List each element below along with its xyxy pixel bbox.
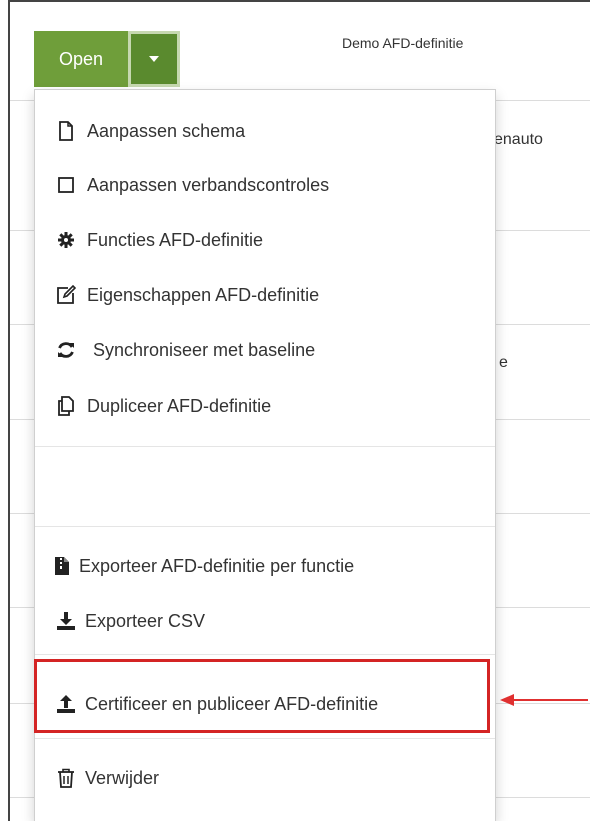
menu-divider bbox=[35, 738, 495, 739]
menu-item-aanpassen-verbandscontroles[interactable]: Aanpassen verbandscontroles bbox=[35, 165, 495, 205]
edit-icon bbox=[55, 284, 77, 306]
download-icon bbox=[55, 610, 77, 632]
gear-icon bbox=[55, 229, 77, 251]
menu-item-verwijder[interactable]: Verwijder bbox=[35, 758, 495, 798]
menu-item-label: Eigenschappen AFD-definitie bbox=[87, 284, 320, 305]
file-archive-icon bbox=[51, 555, 73, 577]
menu-item-label: Functies AFD-definitie bbox=[87, 229, 264, 250]
menu-item-label: Synchroniseer met baseline bbox=[93, 339, 316, 360]
copy-icon bbox=[55, 395, 77, 417]
table-cell-text: e bbox=[499, 354, 508, 371]
highlight-box bbox=[34, 659, 490, 733]
menu-divider bbox=[35, 526, 495, 527]
open-button[interactable]: Open bbox=[34, 31, 128, 87]
menu-item-exporteer-per-functie[interactable]: Exporteer AFD-definitie per functie bbox=[35, 546, 495, 586]
menu-item-label: Aanpassen schema bbox=[87, 120, 246, 141]
file-icon bbox=[55, 120, 77, 142]
caret-down-icon bbox=[149, 56, 159, 62]
trash-icon bbox=[55, 767, 77, 789]
menu-item-aanpassen-schema[interactable]: Aanpassen schema bbox=[35, 111, 495, 151]
menu-item-dupliceer[interactable]: Dupliceer AFD-definitie bbox=[35, 386, 495, 426]
dropdown-toggle-button[interactable] bbox=[128, 31, 180, 87]
menu-divider bbox=[35, 654, 495, 655]
square-icon bbox=[55, 174, 77, 196]
menu-item-functies[interactable]: Functies AFD-definitie bbox=[35, 220, 495, 260]
menu-item-label: Dupliceer AFD-definitie bbox=[87, 395, 272, 416]
definition-name: Demo AFD-definitie bbox=[342, 35, 464, 51]
menu-item-label: Aanpassen verbandscontroles bbox=[87, 174, 330, 195]
menu-item-exporteer-csv[interactable]: Exporteer CSV bbox=[35, 601, 495, 641]
arrow-line bbox=[512, 699, 588, 701]
table-cell-text: enauto bbox=[494, 131, 543, 148]
sync-icon bbox=[55, 339, 77, 361]
menu-divider bbox=[35, 446, 495, 447]
menu-item-label: Exporteer CSV bbox=[85, 610, 206, 631]
menu-item-label: Exporteer AFD-definitie per functie bbox=[79, 555, 355, 576]
menu-item-label: Verwijder bbox=[85, 767, 160, 788]
menu-item-eigenschappen[interactable]: Eigenschappen AFD-definitie bbox=[35, 275, 495, 315]
menu-item-synchroniseer[interactable]: Synchroniseer met baseline bbox=[35, 330, 495, 370]
